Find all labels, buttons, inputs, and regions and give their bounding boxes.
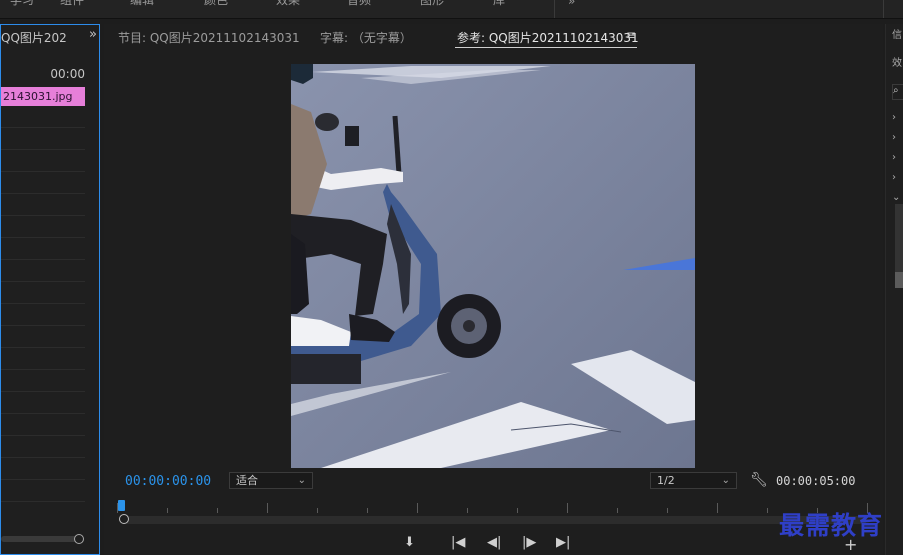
monitor-scrollbar-handle[interactable] bbox=[119, 514, 129, 524]
track-divider bbox=[1, 237, 85, 238]
workspace-item-graphics[interactable]: 图形 bbox=[420, 0, 444, 8]
track-divider bbox=[1, 303, 85, 304]
ruler-tick bbox=[317, 508, 318, 513]
watermark-logo: 最需教育 bbox=[779, 511, 884, 540]
track-divider bbox=[1, 369, 85, 370]
track-divider bbox=[1, 171, 85, 172]
workspace-menu-bar: 学习 组件 编辑 颜色 效果 音频 图形 库 » bbox=[0, 0, 903, 19]
scooter-photo bbox=[291, 64, 695, 468]
tab-captions[interactable]: 字幕: （无字幕） bbox=[320, 29, 412, 46]
chevron-down-icon[interactable]: ⌄ bbox=[892, 192, 900, 203]
duration-timecode: 00:00:05:00 bbox=[776, 474, 856, 488]
right-panel-label: 效 bbox=[892, 58, 902, 69]
ruler-tick bbox=[267, 503, 268, 513]
track-divider bbox=[1, 215, 85, 216]
right-panel: 信 效 ⌕ › › › › ⌄ bbox=[885, 24, 903, 555]
track-divider bbox=[1, 347, 85, 348]
left-panel: QQ图片202 » 00:00 2143031.jpg bbox=[0, 24, 100, 555]
playback-resolution-select[interactable]: 1/2 ⌄ bbox=[650, 472, 737, 489]
menu-divider bbox=[883, 0, 884, 18]
workspace-item-audio[interactable]: 音频 bbox=[347, 0, 371, 8]
expand-panels-icon[interactable]: » bbox=[89, 27, 97, 42]
track-divider bbox=[1, 281, 85, 282]
right-panel-scroll-handle[interactable] bbox=[895, 272, 903, 288]
go-to-in-icon[interactable]: |◀︎ bbox=[451, 535, 465, 550]
workspace-item-learn[interactable]: 学习 bbox=[10, 0, 34, 8]
track-divider bbox=[1, 325, 85, 326]
left-panel-tab[interactable]: QQ图片202 bbox=[1, 29, 67, 46]
ruler-tick bbox=[567, 503, 568, 513]
step-forward-icon[interactable]: |▶︎ bbox=[522, 535, 536, 550]
video-frame bbox=[291, 64, 695, 468]
chevron-right-icon[interactable]: › bbox=[892, 152, 896, 163]
ruler-tick bbox=[467, 508, 468, 513]
chevron-right-icon[interactable]: › bbox=[892, 132, 896, 143]
panel-menu-icon[interactable]: ≡ bbox=[626, 28, 636, 42]
workspace-item-color[interactable]: 颜色 bbox=[204, 0, 228, 8]
track-divider bbox=[1, 435, 85, 436]
chevron-down-icon: ⌄ bbox=[721, 475, 730, 486]
go-to-out-icon[interactable]: ▶︎| bbox=[556, 535, 570, 550]
resolution-value: 1/2 bbox=[657, 474, 675, 487]
monitor-time-ruler[interactable] bbox=[117, 501, 869, 513]
marker-icon[interactable]: ⬇︎ bbox=[404, 535, 415, 550]
active-tab-underline bbox=[455, 47, 637, 48]
track-divider bbox=[1, 193, 85, 194]
tab-reference[interactable]: 参考: QQ图片20211102143031 bbox=[457, 29, 639, 46]
track-divider bbox=[1, 127, 85, 128]
track-divider bbox=[1, 149, 85, 150]
workspace-item-edit[interactable]: 编辑 bbox=[130, 0, 154, 8]
chevron-right-icon[interactable]: › bbox=[892, 112, 896, 123]
workspace-item-libraries[interactable]: 库 bbox=[493, 0, 505, 8]
ruler-tick bbox=[517, 508, 518, 513]
workspace-item-effects[interactable]: 效果 bbox=[276, 0, 300, 8]
playhead-marker[interactable] bbox=[118, 500, 125, 511]
menu-divider bbox=[554, 0, 555, 18]
ruler-tick bbox=[217, 508, 218, 513]
reference-monitor-panel: 节目: QQ图片20211102143031 字幕: （无字幕） 参考: QQ图… bbox=[104, 24, 883, 555]
playhead-timecode[interactable]: 00:00:00:00 bbox=[125, 474, 211, 489]
track-divider bbox=[1, 413, 85, 414]
left-panel-timecode: 00:00 bbox=[50, 67, 85, 81]
ruler-tick bbox=[767, 508, 768, 513]
track-divider bbox=[1, 479, 85, 480]
settings-wrench-icon[interactable]: 🔧︎ bbox=[750, 472, 768, 488]
ruler-tick bbox=[167, 508, 168, 513]
ruler-tick bbox=[367, 508, 368, 513]
chevron-right-icon[interactable]: › bbox=[892, 172, 896, 183]
right-panel-tab[interactable]: 信 bbox=[892, 26, 902, 41]
zoom-fit-value: 适合 bbox=[236, 474, 258, 487]
track-divider bbox=[1, 391, 85, 392]
monitor-scrollbar[interactable] bbox=[120, 516, 867, 524]
timeline-clip[interactable]: 2143031.jpg bbox=[1, 87, 85, 106]
chevron-down-icon: ⌄ bbox=[297, 475, 306, 486]
timeline-zoom-scrollbar[interactable] bbox=[1, 536, 83, 542]
tab-program[interactable]: 节目: QQ图片20211102143031 bbox=[118, 29, 300, 46]
track-divider bbox=[1, 457, 85, 458]
step-back-icon[interactable]: ◀︎| bbox=[487, 535, 501, 550]
workspace-item-assembly[interactable]: 组件 bbox=[60, 0, 84, 8]
workspace-overflow-icon[interactable]: » bbox=[568, 0, 575, 8]
zoom-fit-select[interactable]: 适合 ⌄ bbox=[229, 472, 313, 489]
track-divider bbox=[1, 259, 85, 260]
track-divider bbox=[1, 501, 85, 502]
ruler-tick bbox=[417, 503, 418, 513]
ruler-tick bbox=[717, 503, 718, 513]
search-icon[interactable]: ⌕ bbox=[892, 84, 903, 100]
timeline-zoom-handle[interactable] bbox=[74, 534, 84, 544]
ruler-tick bbox=[667, 508, 668, 513]
ruler-tick bbox=[617, 508, 618, 513]
